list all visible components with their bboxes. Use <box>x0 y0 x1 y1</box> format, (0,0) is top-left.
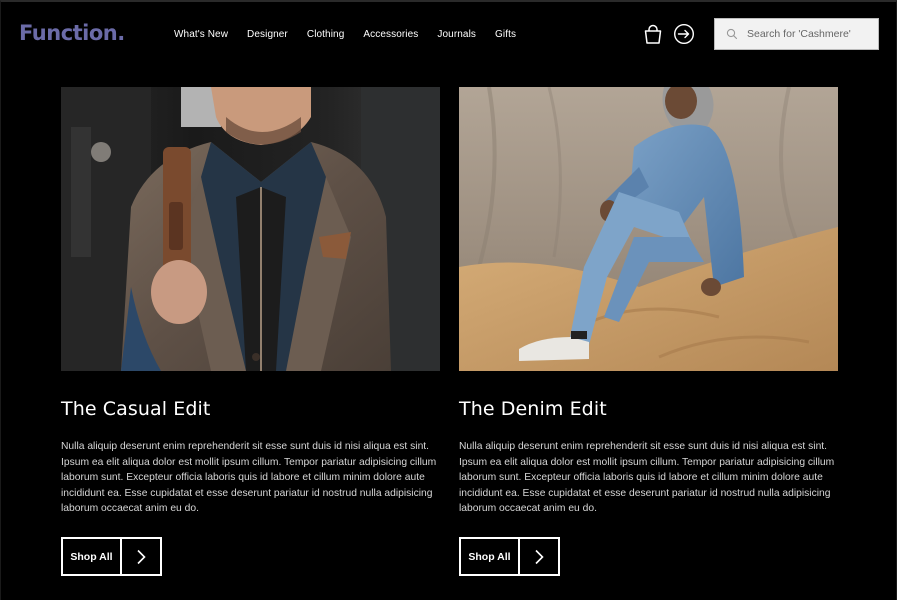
nav-item-designer[interactable]: Designer <box>247 29 288 40</box>
casual-edit-card: The Casual Edit Nulla aliquip deserunt e… <box>61 87 440 576</box>
chevron-right-icon <box>520 539 558 574</box>
shop-all-button[interactable]: Shop All <box>459 537 560 576</box>
brand-logo[interactable]: Function. <box>19 21 125 45</box>
casual-edit-title: The Casual Edit <box>61 398 211 420</box>
shop-all-label: Shop All <box>461 539 520 574</box>
search-input[interactable] <box>747 28 877 40</box>
denim-edit-description: Nulla aliquip deserunt enim reprehenderi… <box>459 441 835 514</box>
search-box <box>714 18 879 50</box>
denim-edit-card: The Denim Edit Nulla aliquip deserunt en… <box>459 87 838 576</box>
shop-all-label: Shop All <box>63 539 122 574</box>
page-frame: Function. What's New Designer Clothing A… <box>0 0 897 600</box>
nav-item-journals[interactable]: Journals <box>437 29 476 40</box>
chevron-right-icon <box>122 539 160 574</box>
nav-item-whats-new[interactable]: What's New <box>174 29 228 40</box>
casual-edit-photo <box>61 87 440 371</box>
nav-item-clothing[interactable]: Clothing <box>307 29 345 40</box>
shop-all-button[interactable]: Shop All <box>61 537 162 576</box>
nav-item-gifts[interactable]: Gifts <box>495 29 516 40</box>
shopping-bag-icon[interactable] <box>642 23 664 45</box>
nav-item-accessories[interactable]: Accessories <box>363 29 418 40</box>
login-arrow-icon[interactable] <box>673 23 695 45</box>
search-icon <box>726 28 738 40</box>
main-nav: What's New Designer Clothing Accessories… <box>174 29 535 40</box>
casual-edit-description: Nulla aliquip deserunt enim reprehenderi… <box>61 441 437 514</box>
denim-edit-title: The Denim Edit <box>459 398 607 420</box>
denim-edit-photo <box>459 87 838 371</box>
